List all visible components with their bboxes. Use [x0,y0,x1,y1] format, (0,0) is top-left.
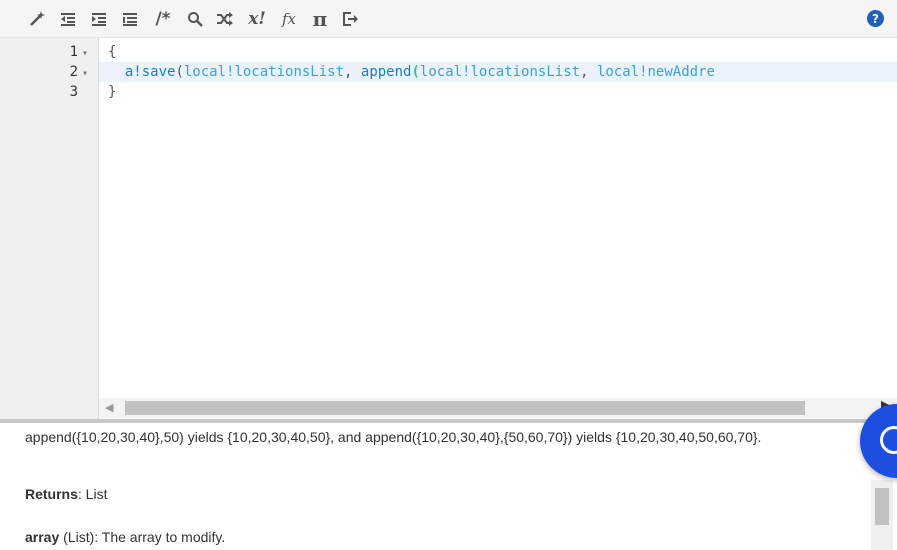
x-bang-icon[interactable]: x! [244,0,270,37]
search-icon[interactable] [184,0,206,37]
doc-param: array (List): The array to modify. [25,527,855,547]
code-separator: , [580,64,597,80]
returns-label: Returns [25,486,78,502]
code-paren: ( [175,64,184,80]
code-line-1[interactable]: { [108,42,116,62]
assistant-icon [880,426,897,454]
code-function: a!save [124,64,176,80]
code-separator: , [344,64,361,80]
line-number-3: 3 [69,84,78,100]
list-icon[interactable] [119,0,141,37]
help-icon[interactable]: ? [867,10,884,27]
function-icon[interactable]: fx [276,0,302,37]
vertical-scrollbar[interactable] [871,480,893,550]
pi-icon[interactable]: π [308,0,332,37]
indent-icon[interactable] [88,0,110,37]
horizontal-scrollbar[interactable]: ◀ [99,398,897,418]
code-function: append [360,64,412,80]
shuffle-icon[interactable] [213,0,237,37]
line-number-gutter: 1 ▾ 2 ▾ 3 [0,38,99,420]
code-paren-match: ( [411,64,420,80]
horizontal-scroll-thumb[interactable] [125,401,805,415]
code-editor[interactable]: 1 ▾ 2 ▾ 3 { a!save(local!locationsList, ap… [0,38,897,420]
fold-toggle-icon[interactable]: ▾ [82,64,92,84]
param-name: array [25,529,60,545]
vertical-scroll-thumb[interactable] [875,488,889,525]
code-line-2[interactable]: a!save(local!locationsList, append(local… [108,62,715,82]
code-variable: local!locationsList [183,64,345,80]
comment-icon[interactable]: /* [150,0,176,37]
param-description: (List): The array to modify. [59,529,226,545]
scroll-left-icon[interactable]: ◀ [105,401,113,414]
line-number-2: 2 ▾ [0,62,92,82]
fold-toggle-icon[interactable]: ▾ [82,44,92,64]
code-variable: local!locationsList [419,64,581,80]
exit-icon[interactable] [338,0,362,37]
line-number-1: 1 ▾ [0,42,92,62]
outdent-icon[interactable] [57,0,79,37]
magic-wand-icon[interactable] [26,0,48,37]
code-line-3[interactable]: } [108,82,116,102]
function-documentation: append({10,20,30,40},50) yields {10,20,3… [0,423,897,550]
editor-toolbar: /* x! fx π ? [0,0,897,38]
doc-returns: Returns: List [25,484,855,504]
doc-example-text: append({10,20,30,40},50) yields {10,20,3… [25,429,762,445]
returns-value: : List [77,486,108,502]
code-variable: local!newAddre [596,64,715,80]
